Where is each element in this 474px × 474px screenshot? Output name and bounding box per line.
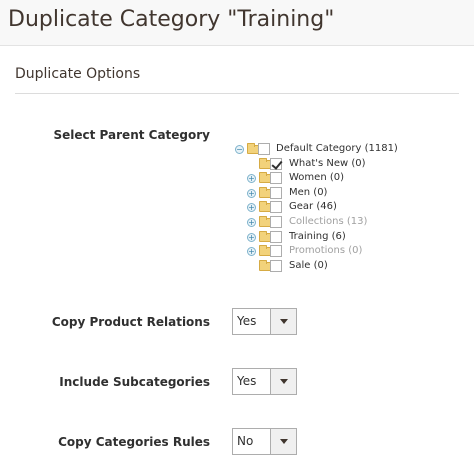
- include-subcategories-select[interactable]: Yes: [232, 368, 297, 395]
- expand-icon[interactable]: +: [247, 232, 256, 242]
- copy-categories-rules-select[interactable]: No: [232, 428, 297, 455]
- caret-down-icon[interactable]: [270, 429, 296, 454]
- tree-node-women: + Women (0): [233, 171, 463, 186]
- tree-node-label[interactable]: Men (0): [289, 186, 327, 201]
- copy-product-relations-label: Copy Product Relations: [51, 315, 210, 329]
- caret-down-icon[interactable]: [270, 369, 296, 394]
- tree-checkbox[interactable]: [270, 230, 282, 243]
- tree-node-label[interactable]: Default Category (1181): [276, 142, 398, 157]
- tree-checkbox[interactable]: [258, 143, 270, 155]
- tree-node-label[interactable]: Training (6): [289, 230, 346, 245]
- tree-node-label[interactable]: Gear (46): [289, 200, 337, 215]
- expand-icon[interactable]: +: [247, 217, 256, 227]
- tree-children: What's New (0) + Women (0) + Men (0) + Gear (4…: [233, 157, 463, 274]
- copy-product-relations-select[interactable]: Yes: [232, 308, 297, 335]
- category-tree: − Default Category (1181) What's New (0)…: [233, 142, 463, 273]
- tree-node-label[interactable]: Sale (0): [289, 259, 328, 274]
- duplicate-category-page: Duplicate Category "Training" Duplicate …: [0, 0, 474, 474]
- tree-checkbox[interactable]: [270, 186, 282, 199]
- tree-checkbox[interactable]: [270, 245, 282, 258]
- tree-node-training: + Training (6): [233, 230, 463, 245]
- tree-node-what-s-new: What's New (0): [233, 157, 463, 172]
- tree-checkbox[interactable]: [270, 259, 282, 272]
- tree-node-label[interactable]: Collections (13): [289, 215, 367, 230]
- tree-checkbox[interactable]: [270, 157, 282, 170]
- expand-icon[interactable]: +: [247, 188, 256, 198]
- include-subcategories-label: Include Subcategories: [59, 375, 210, 389]
- tree-node-label[interactable]: Women (0): [289, 171, 344, 186]
- copy-categories-rules-label: Copy Categories Rules: [58, 435, 210, 449]
- expand-icon[interactable]: +: [247, 174, 256, 184]
- tree-node-sale: Sale (0): [233, 259, 463, 274]
- select-value: Yes: [237, 314, 257, 328]
- tree-node-label[interactable]: What's New (0): [289, 157, 366, 172]
- section-divider: [15, 93, 459, 94]
- tree-node-collections: + Collections (13): [233, 215, 463, 230]
- tree-node-label[interactable]: Promotions (0): [289, 244, 362, 259]
- section-title: Duplicate Options: [15, 66, 141, 82]
- tree-checkbox[interactable]: [270, 201, 282, 214]
- select-value: No: [237, 434, 254, 448]
- tree-node-promotions: + Promotions (0): [233, 244, 463, 259]
- page-title: Duplicate Category "Training": [0, 0, 474, 46]
- collapse-icon[interactable]: −: [235, 145, 244, 154]
- expand-icon[interactable]: +: [247, 203, 256, 213]
- tree-checkbox[interactable]: [270, 172, 282, 185]
- tree-checkbox[interactable]: [270, 215, 282, 228]
- parent-category-label: Select Parent Category: [53, 128, 211, 142]
- select-value: Yes: [237, 374, 257, 388]
- tree-node-men: + Men (0): [233, 186, 463, 201]
- caret-down-icon[interactable]: [270, 309, 296, 334]
- tree-node-gear: + Gear (46): [233, 200, 463, 215]
- expand-icon[interactable]: +: [247, 247, 256, 257]
- tree-node-default-category: − Default Category (1181): [233, 142, 463, 157]
